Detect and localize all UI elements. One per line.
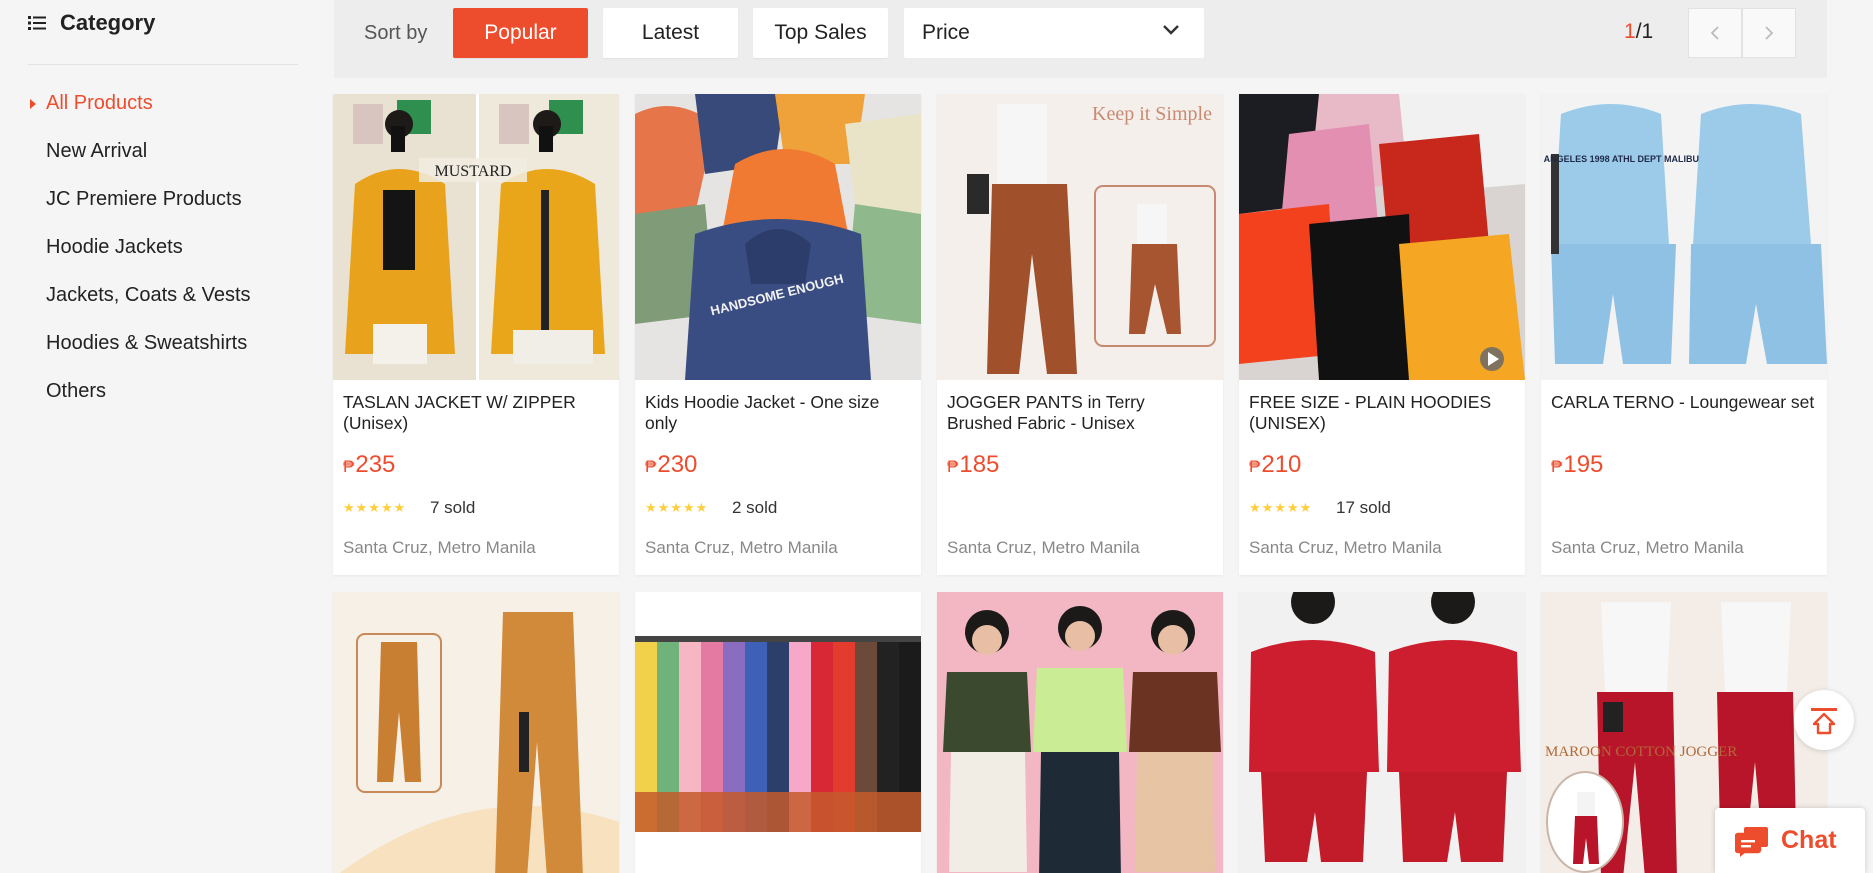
category-item-label: JC Premiere Products	[46, 188, 242, 210]
sold-count: 2 sold	[732, 498, 778, 517]
sort-latest-button[interactable]: Latest	[603, 8, 738, 58]
category-list: All Products New Arrival JC Premiere Pro…	[0, 84, 320, 420]
product-location: Santa Cruz, Metro Manila	[1249, 538, 1442, 557]
chevron-left-icon	[1710, 26, 1719, 40]
arrow-up-icon	[1811, 708, 1837, 735]
page-total: /1	[1635, 20, 1654, 43]
chevron-right-icon	[1765, 26, 1774, 40]
category-item-hoodie-jackets[interactable]: Hoodie Jackets	[0, 228, 320, 276]
rating-stars: ★★★★★	[645, 500, 709, 515]
product-price: ₱195	[1551, 451, 1603, 479]
chat-bubble-icon	[1735, 827, 1768, 857]
product-price: ₱235	[343, 451, 395, 479]
product-title: TASLAN JACKET W/ ZIPPER (Unisex)	[343, 392, 576, 433]
sold-count: 17 sold	[1336, 498, 1391, 517]
price-value: 230	[657, 451, 698, 478]
sort-popular-button[interactable]: Popular	[453, 8, 588, 58]
product-image-caption: MAROON COTTON JOGGER	[1545, 744, 1737, 760]
category-sidebar: Category All Products New Arrival JC Pre…	[0, 0, 320, 873]
category-item-all-products[interactable]: All Products	[0, 84, 320, 132]
product-card[interactable]: LOS ANGELES 1998 ATHL DEPT MALIBU CARLA …	[1541, 94, 1827, 575]
category-item-label: All Products	[46, 92, 153, 114]
product-location: Santa Cruz, Metro Manila	[1551, 538, 1744, 557]
product-image-caption: Keep it Simple	[1092, 103, 1212, 125]
product-title: CARLA TERNO - Loungewear set	[1551, 392, 1815, 412]
product-card[interactable]	[635, 592, 921, 873]
rating-stars: ★★★★★	[343, 500, 407, 515]
currency-symbol: ₱	[947, 457, 959, 476]
price-value: 235	[355, 451, 396, 478]
list-icon	[28, 16, 46, 30]
page-indicator: 1/1	[1624, 20, 1653, 44]
chat-label: Chat	[1781, 826, 1837, 854]
product-title: JOGGER PANTS in Terry Brushed Fabric - U…	[947, 392, 1145, 433]
product-card[interactable]	[1239, 592, 1525, 873]
next-page-button[interactable]	[1742, 8, 1796, 58]
category-item-label: Others	[46, 380, 107, 402]
product-image-caption: LOS ANGELES 1998 ATHL DEPT MALIBU	[1541, 154, 1699, 164]
product-title: Kids Hoodie Jacket - One size only	[645, 392, 880, 433]
rating-stars: ★★★★★	[1249, 500, 1313, 515]
back-to-top-button[interactable]	[1794, 690, 1854, 750]
category-item-jc-premiere-products[interactable]: JC Premiere Products	[0, 180, 320, 228]
product-image: Keep it Simple	[937, 94, 1223, 380]
product-card[interactable]: FREE SIZE - PLAIN HOODIES (UNISEX) ₱210 …	[1239, 94, 1525, 575]
chat-button[interactable]: Chat	[1715, 808, 1865, 873]
category-header: Category	[28, 10, 155, 36]
product-location: Santa Cruz, Metro Manila	[343, 538, 536, 557]
active-arrow-icon	[30, 99, 36, 109]
product-card[interactable]: MUSTARD TASLAN JACKET W/ ZIPPER (Unisex)…	[333, 94, 619, 575]
chevron-down-icon	[1163, 25, 1179, 35]
prev-page-button[interactable]	[1688, 8, 1742, 58]
category-item-hoodies-sweatshirts[interactable]: Hoodies & Sweatshirts	[0, 324, 320, 372]
product-image	[1239, 592, 1525, 873]
currency-symbol: ₱	[645, 457, 657, 476]
category-item-others[interactable]: Others	[0, 372, 320, 420]
category-item-label: Hoodie Jackets	[46, 236, 183, 258]
price-value: 185	[959, 451, 1000, 478]
product-card[interactable]: Keep it Simple JOGGER PANTS in Terry Bru…	[937, 94, 1223, 575]
category-item-new-arrival[interactable]: New Arrival	[0, 132, 320, 180]
product-image: MUSTARD	[333, 94, 619, 380]
currency-symbol: ₱	[1249, 457, 1261, 476]
category-divider	[28, 64, 298, 65]
product-image: LOS ANGELES 1998 ATHL DEPT MALIBU	[1541, 94, 1827, 380]
product-location: Santa Cruz, Metro Manila	[645, 538, 838, 557]
sort-bar: Sort by Popular Latest Top Sales Price 1…	[334, 0, 1827, 78]
category-item-label: Jackets, Coats & Vests	[46, 284, 251, 306]
product-card[interactable]	[333, 592, 619, 873]
product-title: FREE SIZE - PLAIN HOODIES (UNISEX)	[1249, 392, 1492, 433]
product-price: ₱210	[1249, 451, 1301, 479]
price-value: 210	[1261, 451, 1302, 478]
product-image	[1239, 94, 1525, 380]
currency-symbol: ₱	[1551, 457, 1563, 476]
category-item-label: New Arrival	[46, 140, 148, 162]
price-sort-label: Price	[922, 21, 970, 44]
product-card[interactable]: HANDSOME ENOUGH Kids Hoodie Jacket - One…	[635, 94, 921, 575]
product-card[interactable]	[937, 592, 1223, 873]
sold-count: 7 sold	[430, 498, 476, 517]
product-image: HANDSOME ENOUGH	[635, 94, 921, 380]
category-title: Category	[60, 10, 156, 35]
product-image	[333, 592, 619, 873]
product-price: ₱185	[947, 451, 999, 479]
page-current: 1	[1624, 20, 1636, 43]
product-location: Santa Cruz, Metro Manila	[947, 538, 1140, 557]
product-image-caption: MUSTARD	[435, 163, 512, 180]
category-item-label: Hoodies & Sweatshirts	[46, 332, 248, 354]
sort-top-sales-button[interactable]: Top Sales	[753, 8, 888, 58]
sort-by-label: Sort by	[364, 22, 428, 44]
product-image	[635, 592, 921, 873]
price-value: 195	[1563, 451, 1604, 478]
category-item-jackets-coats-vests[interactable]: Jackets, Coats & Vests	[0, 276, 320, 324]
price-sort-select[interactable]: Price	[904, 8, 1204, 58]
product-price: ₱230	[645, 451, 697, 479]
currency-symbol: ₱	[343, 457, 355, 476]
product-image	[937, 592, 1223, 873]
